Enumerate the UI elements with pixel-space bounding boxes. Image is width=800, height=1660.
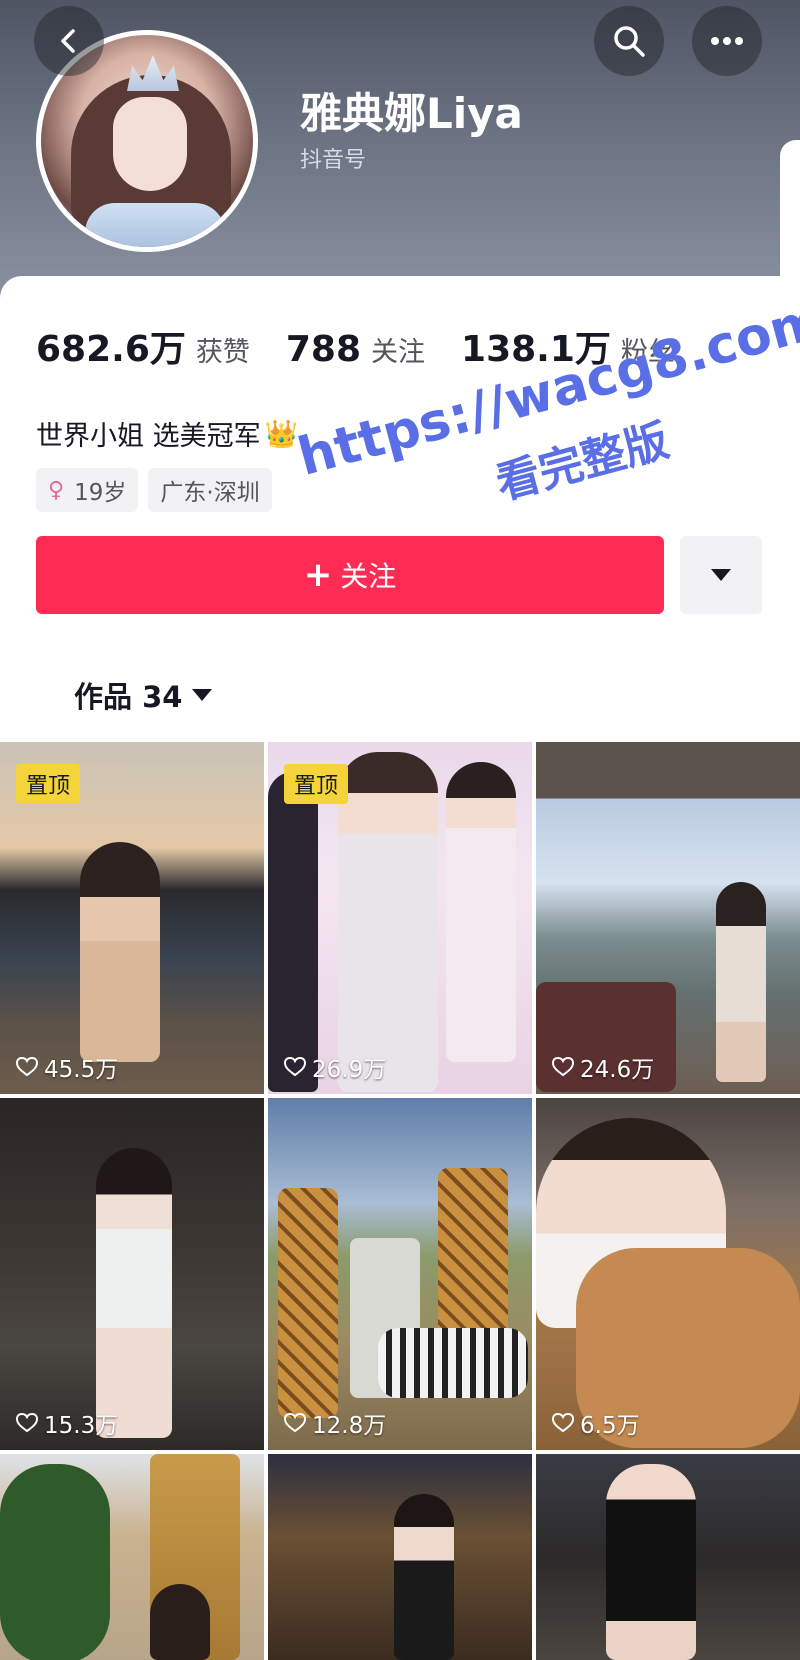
heart-icon [16, 1057, 38, 1077]
more-button[interactable] [692, 6, 762, 76]
like-count: 45.5万 [16, 1050, 118, 1084]
following-label: 关注 [371, 337, 426, 368]
works-label: 作品 34 [74, 680, 183, 714]
age-text: 19岁 [74, 480, 127, 506]
location-text: 广东·深圳 [160, 480, 260, 506]
profile-name: 雅典娜Liya [300, 89, 523, 138]
plus-icon: + [303, 555, 333, 595]
video-thumbnail[interactable]: 15.3万 [0, 1098, 264, 1450]
recommend-dropdown-button[interactable] [680, 536, 762, 614]
bio-text: 世界小姐 选美冠军 [36, 421, 261, 452]
female-icon: ♀ [48, 477, 65, 503]
caret-down-icon [711, 569, 731, 581]
search-button[interactable] [594, 6, 664, 76]
heart-icon [284, 1413, 306, 1433]
like-count: 26.9万 [284, 1050, 386, 1084]
back-button[interactable] [34, 6, 104, 76]
works-tab[interactable]: 作品 34 [74, 674, 213, 716]
profile-tags: ♀ 19岁 广东·深圳 [36, 468, 272, 512]
like-count-text: 24.6万 [580, 1057, 655, 1083]
like-count-text: 6.5万 [580, 1413, 640, 1439]
video-thumbnail[interactable]: 12.8万 [268, 1098, 532, 1450]
follow-button[interactable]: + 关注 [36, 536, 664, 614]
pinned-badge: 置顶 [16, 764, 81, 804]
age-tag: ♀ 19岁 [36, 468, 139, 512]
like-count-text: 12.8万 [312, 1413, 387, 1439]
video-thumbnail[interactable] [536, 1454, 800, 1660]
follow-label: 关注 [340, 560, 397, 593]
heart-icon [552, 1057, 574, 1077]
like-count: 12.8万 [284, 1406, 386, 1440]
bio: 世界小姐 选美冠军 👑 [36, 414, 298, 453]
like-count-text: 45.5万 [44, 1057, 119, 1083]
video-thumbnail[interactable]: 24.6万 [536, 742, 800, 1094]
likes-count[interactable]: 682.6万 [36, 320, 186, 372]
video-thumbnail[interactable] [0, 1454, 264, 1660]
likes-label: 获赞 [195, 337, 250, 368]
like-count-text: 15.3万 [44, 1413, 119, 1439]
like-count: 15.3万 [16, 1406, 118, 1440]
heart-icon [16, 1413, 38, 1433]
video-thumbnail[interactable]: 6.5万 [536, 1098, 800, 1450]
following-count[interactable]: 788 [286, 329, 361, 370]
location-tag: 广东·深圳 [148, 468, 272, 512]
like-count: 24.6万 [552, 1050, 654, 1084]
pinned-badge: 置顶 [284, 764, 349, 804]
profile-header: 雅典娜Liya 抖音号 [0, 0, 800, 370]
video-thumbnail[interactable]: 置顶 45.5万 [0, 742, 264, 1094]
caret-down-icon [192, 689, 213, 701]
douyin-id-label[interactable]: 抖音号 [300, 142, 366, 174]
search-icon [614, 26, 645, 57]
more-icon [711, 37, 743, 45]
heart-icon [284, 1057, 306, 1077]
chevron-left-icon [61, 29, 75, 53]
video-thumbnail[interactable] [268, 1454, 532, 1660]
heart-icon [552, 1413, 574, 1433]
video-thumbnail[interactable]: 置顶 26.9万 [268, 742, 532, 1094]
like-count: 6.5万 [552, 1406, 640, 1440]
like-count-text: 26.9万 [312, 1057, 387, 1083]
